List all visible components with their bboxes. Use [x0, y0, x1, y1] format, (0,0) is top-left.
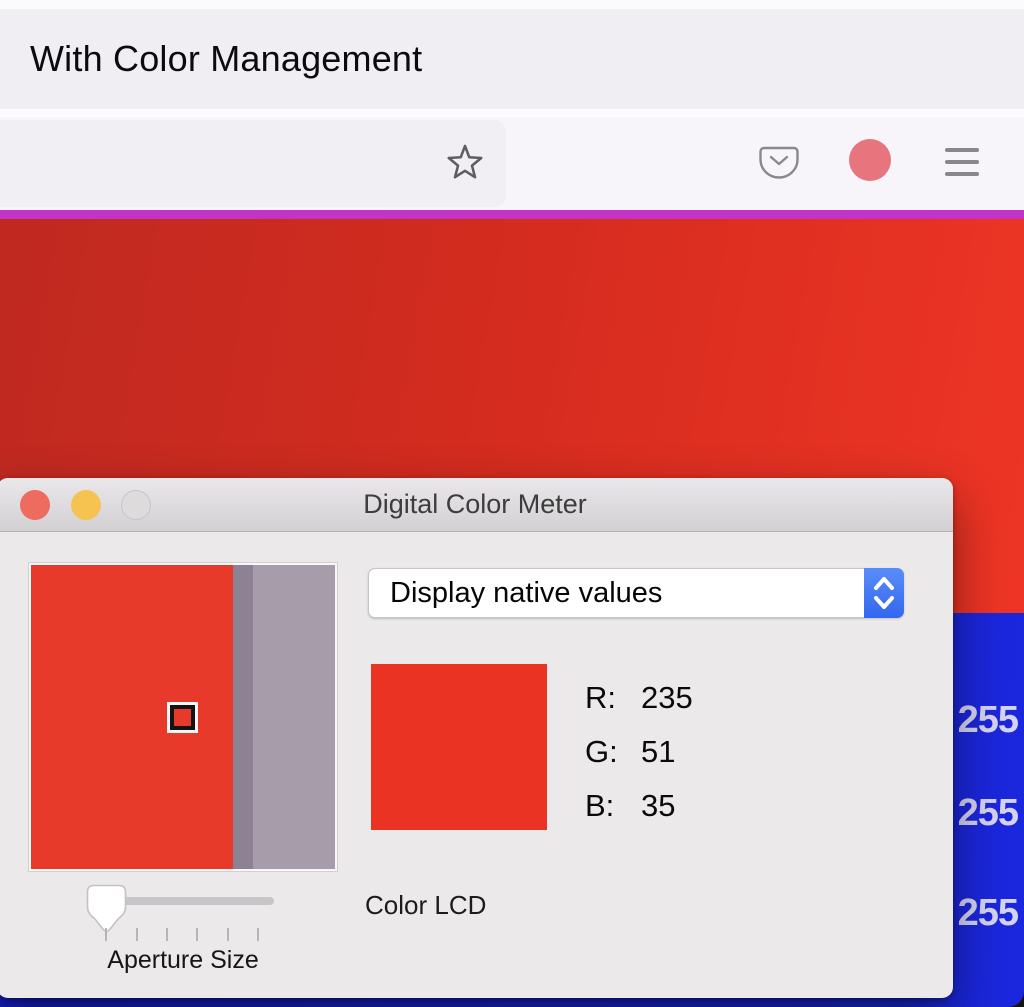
- slider-tick: [166, 928, 168, 941]
- preview-light-strip: [253, 565, 335, 869]
- green-label: G:: [585, 734, 641, 770]
- bookmark-star-icon: [445, 169, 485, 184]
- slider-tick: [257, 928, 259, 941]
- slider-tick: [227, 928, 229, 941]
- zoom-button[interactable]: [121, 490, 151, 520]
- aperture-slider-thumb[interactable]: [86, 884, 127, 933]
- minimize-button[interactable]: [71, 490, 101, 520]
- pocket-button[interactable]: [756, 144, 802, 184]
- slider-tick: [105, 928, 107, 941]
- display-mode-dropdown[interactable]: Display native values: [368, 568, 904, 618]
- slider-tick: [136, 928, 138, 941]
- red-value: 235: [641, 680, 693, 716]
- preview-red-area: [31, 565, 233, 869]
- blue-label: B:: [585, 788, 641, 824]
- dcm-titlebar[interactable]: Digital Color Meter: [0, 478, 953, 532]
- dcm-window-title: Digital Color Meter: [363, 489, 587, 520]
- readout-row-green: G: 51: [585, 725, 693, 779]
- preview-dark-strip: [233, 565, 253, 869]
- dropdown-stepper: [864, 568, 904, 618]
- menu-button[interactable]: [943, 145, 981, 179]
- browser-window-chrome: With Color Management: [0, 0, 1024, 219]
- display-mode-selected: Display native values: [390, 569, 662, 617]
- sampled-color-swatch: [371, 664, 547, 830]
- rgb-readout: R: 235 G: 51 B: 35: [585, 671, 693, 833]
- readout-row-red: R: 235: [585, 671, 693, 725]
- blue-value: 35: [641, 788, 675, 824]
- aperture-marker: [167, 702, 198, 733]
- red-label: R:: [585, 680, 641, 716]
- page-accent-line: [0, 210, 1024, 219]
- browser-titlebar[interactable]: With Color Management: [0, 9, 1024, 109]
- digital-color-meter-window: Digital Color Meter Display native value…: [0, 478, 953, 998]
- browser-toolbar: [0, 117, 1024, 210]
- readout-row-blue: B: 35: [585, 779, 693, 833]
- chevron-up-down-icon: [864, 605, 904, 622]
- green-value: 51: [641, 734, 675, 770]
- display-name-label: Color LCD: [365, 890, 486, 921]
- close-button[interactable]: [20, 490, 50, 520]
- browser-window-title: With Color Management: [30, 38, 422, 80]
- aperture-size-label: Aperture Size: [90, 946, 276, 975]
- url-bar[interactable]: [0, 120, 506, 207]
- slider-tick: [196, 928, 198, 941]
- bookmark-star-button[interactable]: [444, 142, 486, 184]
- screen: With Color Management: [0, 0, 1024, 1007]
- aperture-slider-track[interactable]: [104, 897, 274, 905]
- aperture-marker-inner: [170, 705, 195, 730]
- aperture-preview: [29, 563, 337, 871]
- account-avatar[interactable]: [849, 139, 891, 181]
- pocket-icon: [757, 170, 801, 185]
